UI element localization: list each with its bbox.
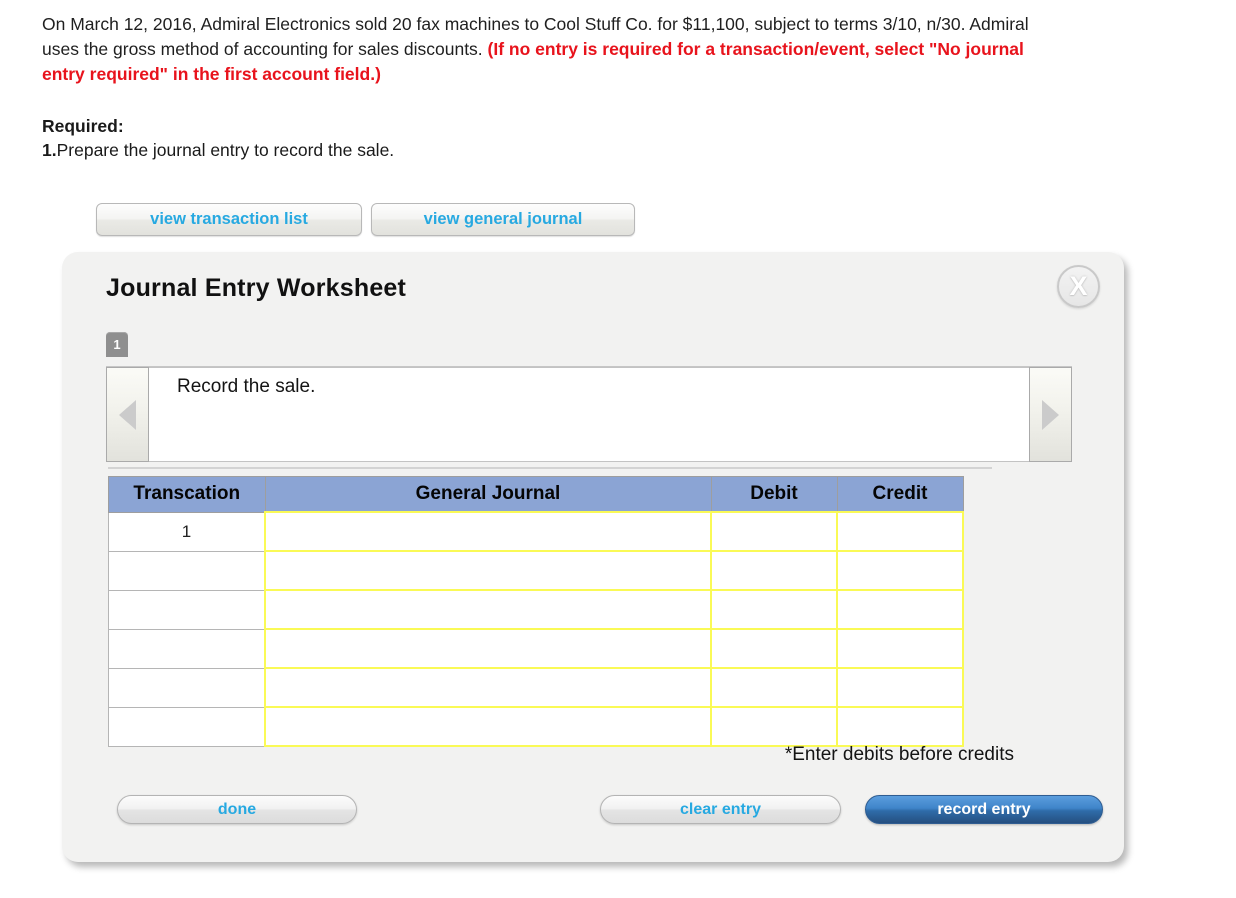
required-item-number: 1. <box>42 140 57 160</box>
column-header-debit: Debit <box>710 476 838 513</box>
table-row <box>108 550 964 591</box>
cell-transaction-number <box>108 667 266 708</box>
column-header-credit: Credit <box>836 476 964 513</box>
cell-debit-input[interactable] <box>710 706 838 747</box>
column-header-transaction: Transcation <box>108 476 266 513</box>
prev-arrow-icon[interactable] <box>106 367 149 462</box>
prompt-text: Record the sale. <box>149 367 1029 462</box>
table-body: 1 <box>108 511 964 747</box>
page-title: Journal Entry Worksheet <box>106 274 407 302</box>
step-tab-1[interactable]: 1 <box>106 332 128 357</box>
table-row <box>108 667 964 708</box>
table-top-rule <box>108 467 992 469</box>
cell-transaction-number <box>108 550 266 591</box>
cell-debit-input[interactable] <box>710 550 838 591</box>
cell-debit-input[interactable] <box>710 589 838 630</box>
cell-transaction-number <box>108 706 266 747</box>
debits-before-credits-note: *Enter debits before credits <box>784 744 1014 765</box>
cell-credit-input[interactable] <box>836 589 964 630</box>
view-buttons-group: view transaction list view general journ… <box>96 203 635 236</box>
column-header-general-journal: General Journal <box>264 476 712 513</box>
cell-transaction-number <box>108 628 266 669</box>
cell-credit-input[interactable] <box>836 628 964 669</box>
table-row: 1 <box>108 511 964 552</box>
triangle-left-glyph <box>119 399 136 430</box>
done-button[interactable]: done <box>117 795 357 824</box>
required-section: Required: 1.Prepare the journal entry to… <box>42 114 394 162</box>
clear-entry-button[interactable]: clear entry <box>600 795 841 824</box>
record-entry-button[interactable]: record entry <box>865 795 1103 824</box>
cell-transaction-number: 1 <box>108 511 266 552</box>
next-arrow-icon[interactable] <box>1029 367 1072 462</box>
table-row <box>108 706 964 747</box>
cell-general-journal-input[interactable] <box>264 589 712 630</box>
table-row <box>108 589 964 630</box>
cell-general-journal-input[interactable] <box>264 628 712 669</box>
table-row <box>108 628 964 669</box>
cell-credit-input[interactable] <box>836 511 964 552</box>
view-general-journal-button[interactable]: view general journal <box>371 203 635 236</box>
cell-debit-input[interactable] <box>710 511 838 552</box>
required-item: 1.Prepare the journal entry to record th… <box>42 138 394 162</box>
cell-credit-input[interactable] <box>836 550 964 591</box>
journal-entry-table: Transcation General Journal Debit Credit… <box>108 476 964 747</box>
triangle-right-glyph <box>1042 399 1059 430</box>
prompt-strip: Record the sale. <box>106 366 1072 462</box>
cell-credit-input[interactable] <box>836 667 964 708</box>
close-icon[interactable]: X <box>1057 265 1100 308</box>
cell-credit-input[interactable] <box>836 706 964 747</box>
cell-general-journal-input[interactable] <box>264 667 712 708</box>
cell-transaction-number <box>108 589 266 630</box>
problem-statement: On March 12, 2016, Admiral Electronics s… <box>42 12 1042 87</box>
cell-general-journal-input[interactable] <box>264 706 712 747</box>
view-transaction-list-button[interactable]: view transaction list <box>96 203 362 236</box>
table-header-row: Transcation General Journal Debit Credit <box>108 476 964 513</box>
cell-general-journal-input[interactable] <box>264 511 712 552</box>
required-item-text: Prepare the journal entry to record the … <box>56 140 395 160</box>
required-heading: Required: <box>42 116 124 136</box>
cell-debit-input[interactable] <box>710 667 838 708</box>
close-icon-glyph: X <box>1069 271 1088 301</box>
cell-debit-input[interactable] <box>710 628 838 669</box>
cell-general-journal-input[interactable] <box>264 550 712 591</box>
